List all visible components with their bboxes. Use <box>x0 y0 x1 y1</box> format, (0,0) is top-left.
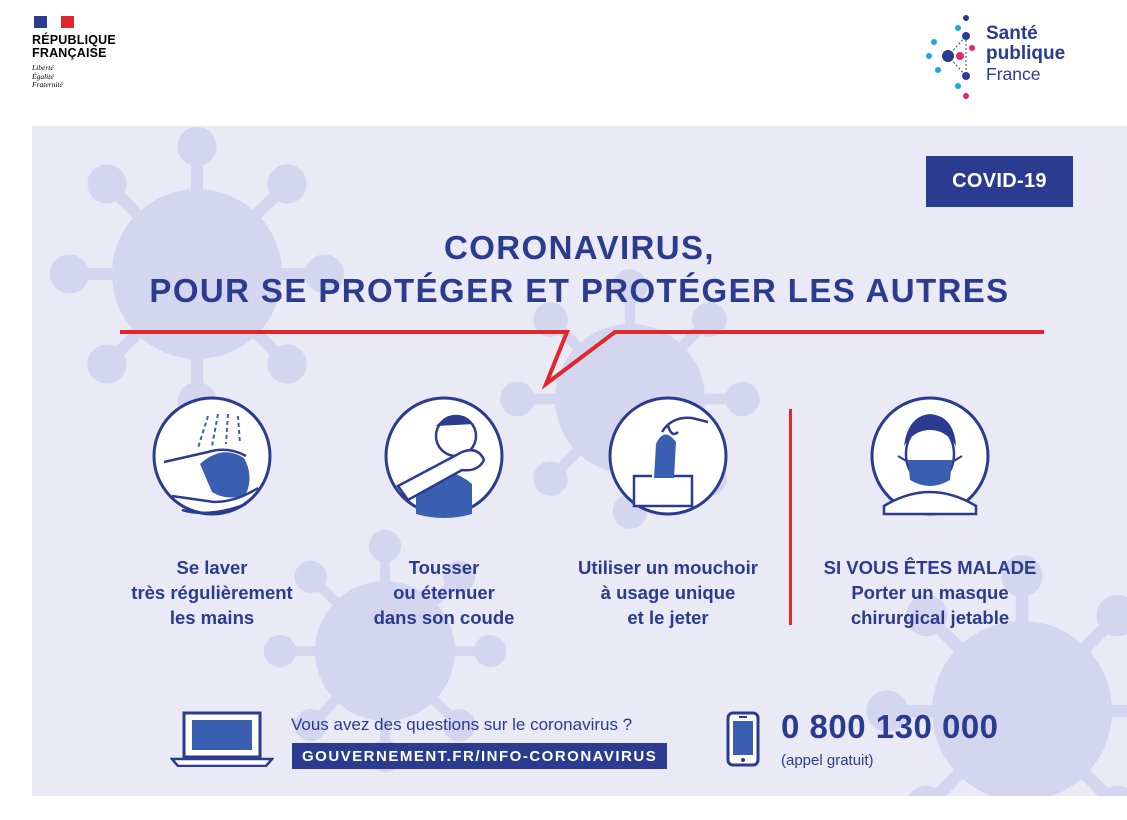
phone-number[interactable]: 0 800 130 000 <box>781 708 999 746</box>
republic-motto: Liberté Égalité Fraternité <box>32 63 162 90</box>
republique-francaise-name: RÉPUBLIQUE FRANÇAISE <box>32 34 162 60</box>
caption-tissue: Utiliser un mouchoir à usage unique et l… <box>553 555 783 630</box>
caption-hand-washing: Se laver très régulièrement les mains <box>97 555 327 630</box>
caption-line: SI VOUS ÊTES MALADE <box>823 557 1037 578</box>
motto-fraternite: Fraternité <box>32 80 63 89</box>
mask-icon <box>870 396 990 516</box>
caption-line: à usage unique <box>600 582 736 603</box>
caption-line: ou éternuer <box>393 582 495 603</box>
info-coronavirus-link[interactable]: GOUVERNEMENT.FR/INFO-CORONAVIRUS <box>292 743 668 769</box>
caption-line: les mains <box>169 607 255 628</box>
caption-line: Tousser <box>408 557 480 578</box>
francaise-line: FRANÇAISE <box>32 46 107 60</box>
laptop-icon <box>170 711 274 767</box>
caption-mask: SI VOUS ÊTES MALADE Porter un masque chi… <box>810 555 1050 630</box>
republique-francaise-logo: RÉPUBLIQUE FRANÇAISE Liberté Égalité Fra… <box>32 16 162 90</box>
phone-note: (appel gratuit) <box>781 752 874 769</box>
cough-elbow-icon <box>384 396 504 518</box>
sante-publique-france-text: Santé publique France <box>986 23 1066 85</box>
caption-line: et le jeter <box>627 607 709 628</box>
caption-line: Se laver <box>176 557 248 578</box>
caption-cough-elbow: Tousser ou éternuer dans son coude <box>329 555 559 630</box>
tissue-icon <box>608 396 728 516</box>
caption-line: Porter un masque <box>851 582 1009 603</box>
footer-question: Vous avez des questions sur le coronavir… <box>291 715 633 734</box>
sante-publique-france-logo: Santé publique France <box>924 14 1094 100</box>
french-flag-icon <box>34 16 74 28</box>
phone-icon <box>726 711 760 767</box>
caption-line: chirurgical jetable <box>850 607 1010 628</box>
sick-section-divider <box>789 409 792 625</box>
molecule-logo-icon <box>926 15 975 99</box>
hand-washing-icon <box>152 396 272 516</box>
caption-line: Utiliser un mouchoir <box>578 557 758 578</box>
caption-line: dans son coude <box>373 607 515 628</box>
prevention-icons <box>152 396 990 518</box>
spf-publique: publique <box>986 43 1066 64</box>
spf-sante: Santé <box>986 23 1038 44</box>
main-poster-panel: COVID-19 CORONAVIRUS, POUR SE PROTÉGER E… <box>32 126 1127 796</box>
spf-france: France <box>986 64 1041 84</box>
caption-line: très régulièrement <box>131 582 293 603</box>
